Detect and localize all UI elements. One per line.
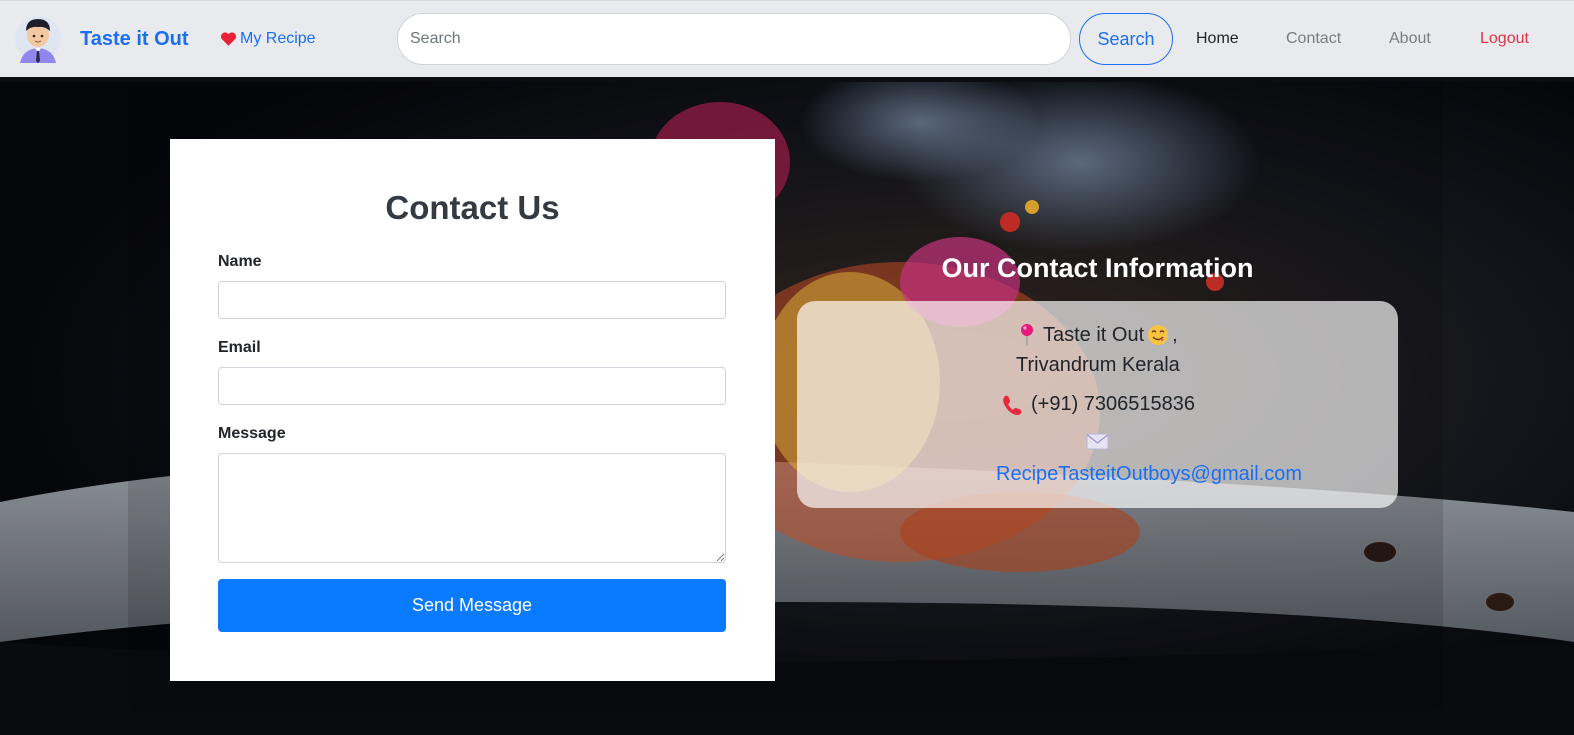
nav-home[interactable]: Home	[1196, 30, 1239, 48]
contact-form-title: Contact Us	[385, 189, 560, 226]
send-message-button[interactable]: Send Message	[218, 579, 726, 632]
phone-line: (+91) 7306515836	[1001, 393, 1195, 416]
heart-icon	[221, 32, 236, 46]
envelope-icon	[1086, 433, 1109, 450]
navbar: Taste it Out My Recipe Search Home Conta…	[0, 0, 1574, 77]
my-recipe-label: My Recipe	[240, 30, 316, 47]
email-label: Email	[218, 339, 261, 356]
contact-info-title: Our Contact Information	[941, 253, 1254, 283]
location-text: Trivandrum Kerala	[1016, 354, 1180, 376]
nav-contact[interactable]: Contact	[1286, 30, 1341, 48]
business-name: Taste it Out	[1043, 323, 1145, 346]
phone-number[interactable]: (+91) 7306515836	[1031, 393, 1195, 416]
location-line: Trivandrum Kerala	[1016, 354, 1180, 377]
contact-form: Contact Us Name Email Message Send Messa…	[170, 139, 775, 681]
nav-about[interactable]: About	[1389, 30, 1431, 48]
message-field[interactable]	[218, 453, 726, 563]
business-name-suffix: ,	[1172, 323, 1178, 346]
pin-icon	[1021, 324, 1033, 346]
search-input[interactable]	[397, 13, 1071, 65]
email-icon-line	[1086, 433, 1109, 450]
message-label: Message	[218, 425, 286, 442]
email-link[interactable]: RecipeTasteitOutboys@gmail.com	[996, 463, 1302, 486]
brand-name[interactable]: Taste it Out	[80, 28, 189, 51]
search-button[interactable]: Search	[1079, 13, 1173, 65]
name-field[interactable]	[218, 281, 726, 319]
email-field[interactable]	[218, 367, 726, 405]
name-label: Name	[218, 253, 262, 270]
my-recipe-link[interactable]: My Recipe	[220, 30, 316, 48]
business-name-line: Taste it Out ,	[1019, 323, 1178, 347]
nav-logout[interactable]: Logout	[1480, 30, 1529, 48]
phone-icon	[1003, 395, 1022, 415]
smile-emoji-icon	[1148, 325, 1169, 345]
avatar[interactable]	[15, 13, 61, 63]
